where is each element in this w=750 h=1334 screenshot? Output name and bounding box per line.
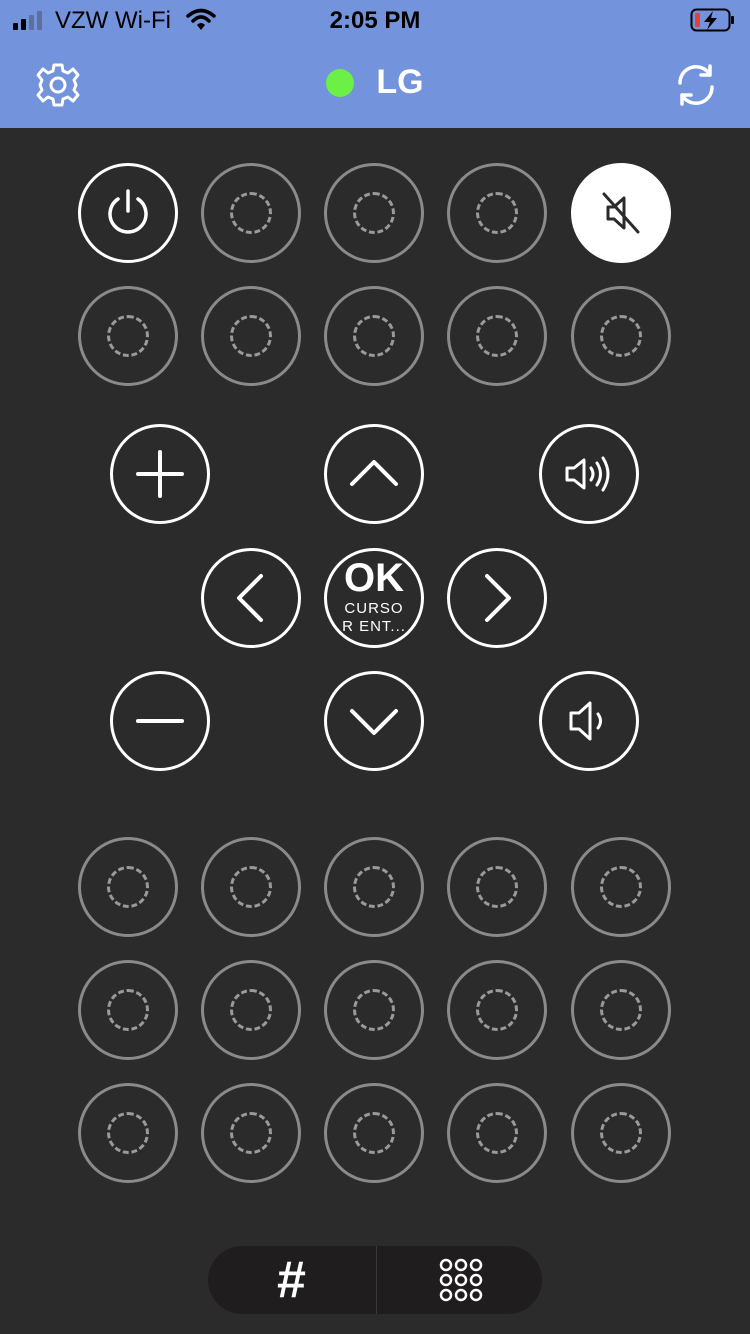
empty-slot-button[interactable] [324,960,424,1060]
empty-slot-button[interactable] [571,837,671,937]
right-button[interactable] [447,548,547,648]
ok-sublabel-line1: CURSO [344,600,404,617]
empty-slot-button[interactable] [447,163,547,263]
mute-icon [602,192,640,234]
device-title: LG [0,63,750,102]
empty-slot-button[interactable] [324,163,424,263]
empty-slot-button[interactable] [201,960,301,1060]
right-arrow-icon [485,574,511,622]
up-arrow-icon [350,460,398,486]
mute-button[interactable] [571,163,671,263]
power-icon [108,189,148,234]
hash-tab-button[interactable]: # [208,1246,375,1314]
empty-slot-button[interactable] [324,1083,424,1183]
empty-slot-button[interactable] [201,286,301,386]
down-arrow-icon [350,709,398,735]
refresh-icon[interactable] [672,61,720,109]
empty-slot-button[interactable] [78,837,178,937]
ok-sublabel-line2: R ENT... [342,618,406,635]
down-button[interactable] [324,671,424,771]
empty-slot-button[interactable] [78,960,178,1060]
plus-icon [136,450,184,498]
empty-slot-button[interactable] [447,1083,547,1183]
volume-up-button[interactable] [539,424,639,524]
channel-up-button[interactable] [110,424,210,524]
empty-slot-button[interactable] [201,163,301,263]
minus-icon [136,719,184,723]
empty-slot-button[interactable] [78,286,178,386]
volume-down-button[interactable] [539,671,639,771]
connection-status-dot [326,68,355,97]
channel-down-button[interactable] [110,671,210,771]
ok-button[interactable]: OK CURSO R ENT... [324,548,424,648]
keypad-icon [439,1258,482,1302]
keypad-tab-button[interactable] [376,1246,542,1314]
volume-up-icon [565,456,610,492]
empty-slot-button[interactable] [324,837,424,937]
left-button[interactable] [201,548,301,648]
empty-slot-button[interactable] [447,960,547,1060]
up-button[interactable] [324,424,424,524]
bottom-tab-bar: # [208,1246,542,1314]
empty-slot-button[interactable] [571,1083,671,1183]
ok-label-group: OK CURSO R ENT... [342,558,406,634]
empty-slot-button[interactable] [447,286,547,386]
empty-slot-button[interactable] [571,960,671,1060]
app-header: VZW Wi-Fi 2:05 PM LG [0,0,750,128]
left-arrow-icon [237,574,263,622]
status-bar: VZW Wi-Fi 2:05 PM [0,0,750,40]
empty-slot-button[interactable] [78,1083,178,1183]
hash-label: # [277,1251,306,1309]
empty-slot-button[interactable] [447,837,547,937]
power-button[interactable] [78,163,178,263]
empty-slot-button[interactable] [324,286,424,386]
empty-slot-button[interactable] [571,286,671,386]
battery-charging-icon [690,8,734,32]
ok-label: OK [344,556,404,600]
status-time: 2:05 PM [329,7,421,34]
nav-bar: LG [0,55,750,115]
volume-down-icon [569,701,602,741]
empty-slot-button[interactable] [201,1083,301,1183]
device-name: LG [376,63,424,101]
empty-slot-button[interactable] [201,837,301,937]
